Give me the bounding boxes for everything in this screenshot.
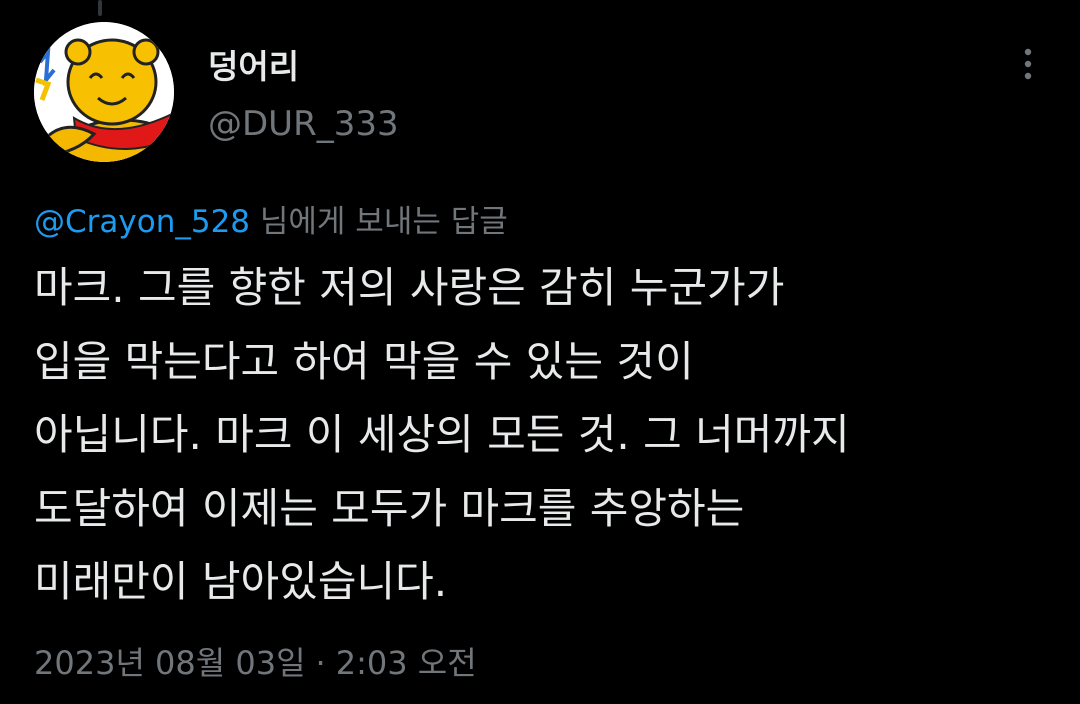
reply-context: @Crayon_528 님에게 보내는 답글 bbox=[34, 196, 508, 241]
cartoon-avatar-icon bbox=[34, 22, 174, 162]
tweet-date[interactable]: 2023년 08월 03일 bbox=[34, 644, 306, 682]
thread-connector-line bbox=[98, 0, 102, 16]
tweet-timestamp[interactable]: 2023년 08월 03일 · 2:03 오전 bbox=[34, 638, 477, 684]
tweet-text-line: 도달하여 이제는 모두가 마크를 추앙하는 bbox=[34, 483, 745, 533]
tweet-text-line: 미래만이 남아있습니다. bbox=[34, 557, 448, 606]
reply-mention-link[interactable]: @Crayon_528 bbox=[34, 204, 250, 240]
more-options-button[interactable] bbox=[1008, 44, 1048, 84]
tweet-text-line: 아닙니다. 마크 이 세상의 모든 것. 그 너머까지 bbox=[34, 410, 850, 459]
user-handle[interactable]: @DUR_333 bbox=[208, 104, 399, 144]
avatar[interactable] bbox=[34, 22, 174, 162]
timestamp-separator: · bbox=[315, 644, 326, 682]
reply-context-suffix: 님에게 보내는 답글 bbox=[250, 204, 508, 240]
more-vertical-icon bbox=[1024, 48, 1032, 80]
tweet-time[interactable]: 2:03 오전 bbox=[336, 644, 477, 682]
tweet-text-line: 마크. 그를 향한 저의 사랑은 감히 누군가가 bbox=[34, 263, 785, 312]
tweet-text: 마크. 그를 향한 저의 사랑은 감히 누군가가 입을 막는다고 하여 막을 수… bbox=[34, 251, 1054, 619]
display-name[interactable]: 덩어리 bbox=[208, 40, 299, 88]
tweet-text-line: 입을 막는다고 하여 막을 수 있는 것이 bbox=[34, 336, 694, 386]
